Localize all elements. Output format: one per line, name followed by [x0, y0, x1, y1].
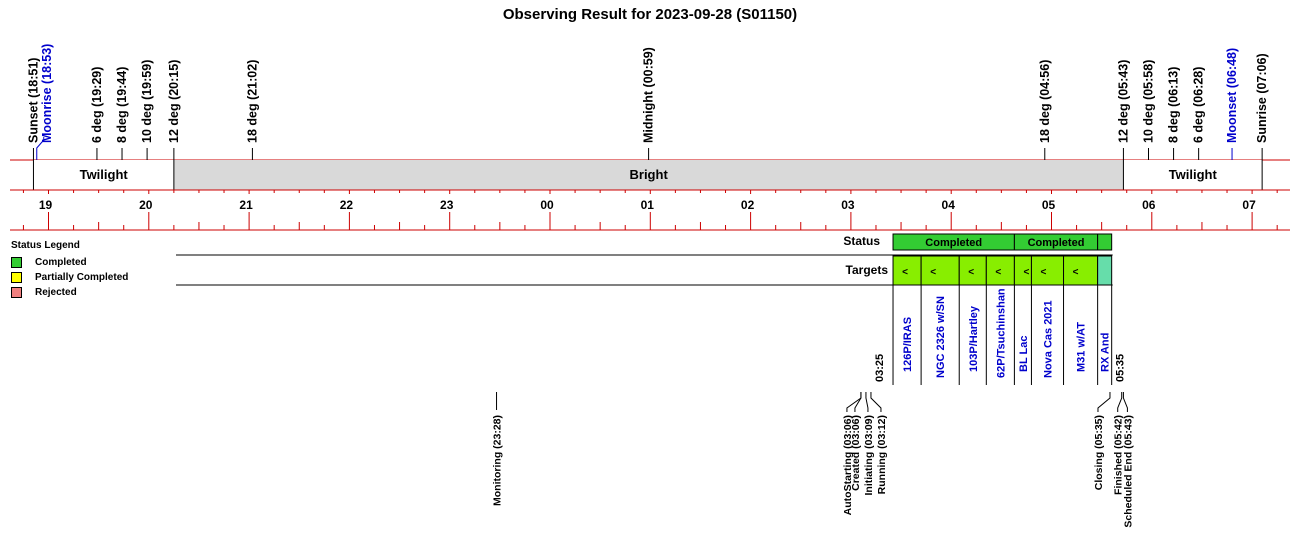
hour-label: 06 [1142, 198, 1156, 212]
event-marker-line [1117, 392, 1123, 412]
target-mark: < [995, 267, 1001, 278]
legend-item-completed: Completed [11, 255, 128, 270]
target-mark: < [1041, 267, 1047, 278]
timeline-chart: Twilight Bright Twilight 19 20 21 22 23 00 01 02 03… [10, 44, 1290, 528]
status-block-label: Completed [1028, 237, 1085, 249]
legend-item-partially-completed: Partially Completed [11, 270, 128, 285]
legend-heading: Status Legend [11, 240, 80, 251]
hour-label: 04 [942, 198, 956, 212]
sky-band-label: Twilight [1169, 167, 1218, 182]
bottom-event-label: Created (03:06) [850, 415, 862, 491]
status-block [1097, 233, 1113, 251]
event-label: 6 deg (19:29) [90, 67, 104, 143]
target-block [920, 255, 960, 286]
sky-band-label: Twilight [80, 167, 129, 182]
target-mark: < [968, 267, 974, 278]
target-name-label: M31 w/AT [1076, 322, 1088, 372]
status-row-label: Status [843, 234, 880, 248]
target-name-label: NGC 2326 w/SN [935, 296, 947, 378]
bottom-event-label: Closing (05:35) [1093, 415, 1105, 490]
event-marker-line [865, 392, 869, 412]
hour-label: 00 [540, 198, 554, 212]
targets-row-label: Targets [846, 263, 889, 277]
event-label: Midnight (00:59) [642, 47, 656, 143]
event-marker-line [870, 392, 882, 412]
observing-result-view: Observing Result for 2023-09-28 (S01150)… [0, 0, 1300, 560]
hour-label: 03 [841, 198, 855, 212]
status-block-label: Completed [925, 237, 982, 249]
event-label: Sunrise (07:06) [1255, 53, 1269, 143]
event-label: 6 deg (06:28) [1192, 67, 1206, 143]
hour-label: 23 [440, 198, 454, 212]
event-label: 18 deg (04:56) [1038, 60, 1052, 143]
event-label: Sunset (18:51) [26, 58, 40, 143]
bottom-event-label: Initiating (03:09) [863, 415, 875, 496]
event-label: 12 deg (20:15) [167, 60, 181, 143]
event-label: Moonset (06:48) [1225, 48, 1239, 143]
legend-swatch-partial [11, 272, 22, 283]
target-mark: < [1073, 267, 1079, 278]
event-label: 8 deg (06:13) [1167, 67, 1181, 143]
target-mark: < [1023, 267, 1029, 278]
target-name-label: 62P/Tsuchinshan [995, 288, 1007, 378]
legend-label: Partially Completed [35, 272, 129, 283]
event-label: Moonrise (18:53) [40, 44, 54, 143]
legend-swatch-rejected [11, 287, 22, 298]
event-marker-line [1097, 392, 1111, 412]
hour-label: 07 [1242, 198, 1256, 212]
event-label: 8 deg (19:44) [115, 67, 129, 143]
target-name-label: BL Lac [1018, 336, 1030, 372]
legend-label: Rejected [35, 287, 77, 298]
target-block [1097, 255, 1113, 286]
legend-swatch-completed [11, 257, 22, 268]
hour-label: 01 [641, 198, 655, 212]
event-label: 10 deg (19:59) [140, 60, 154, 143]
target-mark: < [930, 267, 936, 278]
target-name-label: 126P/IRAS [902, 317, 914, 372]
target-block [1030, 255, 1065, 286]
event-label: 12 deg (05:43) [1116, 60, 1130, 143]
event-label: 10 deg (05:58) [1141, 60, 1155, 143]
bottom-event-label: Monitoring (23:28) [492, 415, 504, 506]
bottom-event-label: Scheduled End (05:43) [1122, 415, 1134, 528]
hour-label: 19 [39, 198, 53, 212]
sky-band-label: Bright [630, 167, 669, 182]
hour-label: 05 [1042, 198, 1056, 212]
target-name-label: 103P/Hartley [968, 305, 980, 372]
bottom-event-label: Running (03:12) [876, 415, 888, 494]
legend-item-rejected: Rejected [11, 285, 128, 300]
status-legend: Status Legend Completed Partially Comple… [11, 240, 128, 300]
target-block [1063, 255, 1099, 286]
target-mark: < [902, 267, 908, 278]
event-marker-line [1122, 392, 1128, 412]
hour-label: 20 [139, 198, 153, 212]
run-end-time: 05:35 [1115, 354, 1127, 382]
hour-label: 21 [239, 198, 253, 212]
target-name-label: RX And [1100, 333, 1112, 372]
legend-label: Completed [35, 257, 87, 268]
hour-label: 22 [340, 198, 354, 212]
event-label: 18 deg (21:02) [245, 60, 259, 143]
target-name-label: Nova Cas 2021 [1042, 300, 1054, 378]
run-start-time: 03:25 [874, 354, 886, 382]
hour-label: 02 [741, 198, 755, 212]
